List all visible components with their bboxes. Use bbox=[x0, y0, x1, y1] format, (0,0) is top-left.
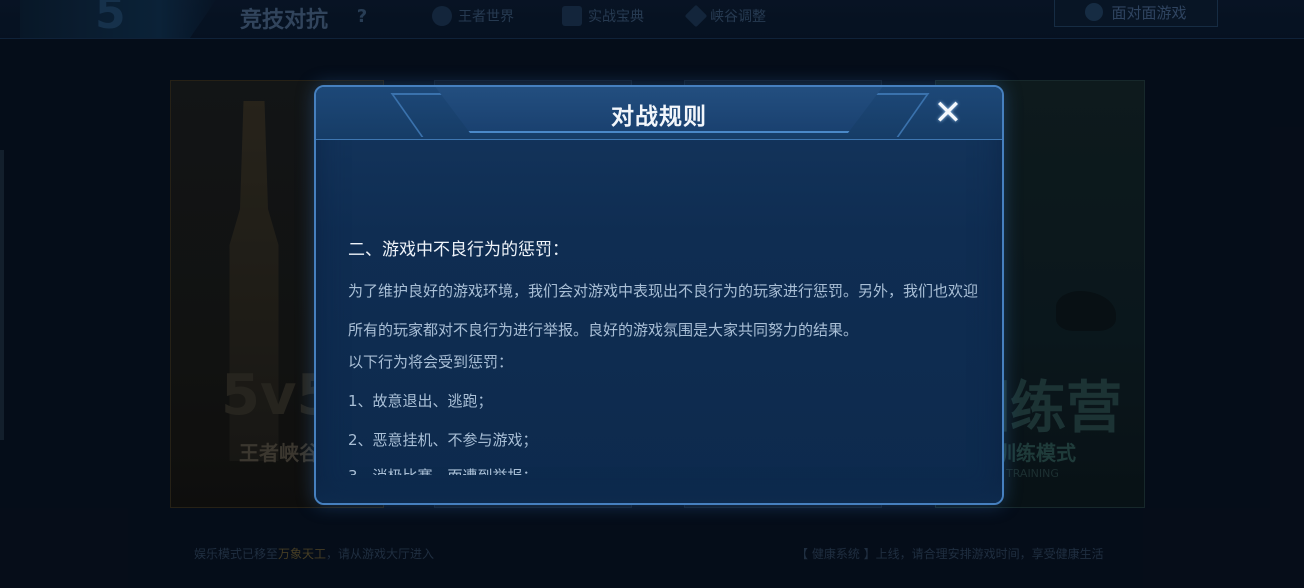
dialog-body-scroll[interactable]: 二、游戏中不良行为的惩罚： 为了维护良好的游戏环境，我们会对游戏中表现出不良行为… bbox=[348, 139, 978, 475]
dialog-title: 对战规则 bbox=[611, 104, 707, 130]
rule-item: 2、恶意挂机、不参与游戏； bbox=[348, 431, 538, 449]
rule-item: 1、故意退出、逃跑； bbox=[348, 392, 493, 410]
close-icon[interactable]: ✕ bbox=[928, 93, 968, 133]
dialog-fade bbox=[316, 477, 1002, 503]
rules-dialog: 对战规则 ✕ 二、游戏中不良行为的惩罚： 为了维护良好的游戏环境，我们会对游戏中… bbox=[314, 85, 1004, 505]
rule-heading: 二、游戏中不良行为的惩罚： bbox=[348, 240, 569, 260]
dialog-header: 对战规则 ✕ bbox=[316, 87, 1002, 140]
rule-intro: 以下行为将会受到惩罚： bbox=[348, 353, 514, 371]
rule-item: 3、消极比赛，而遭到举报； bbox=[348, 465, 538, 475]
rule-paragraph: 为了维护良好的游戏环境，我们会对游戏中表现出不良行为的玩家进行惩罚。另外，我们也… bbox=[348, 282, 978, 339]
